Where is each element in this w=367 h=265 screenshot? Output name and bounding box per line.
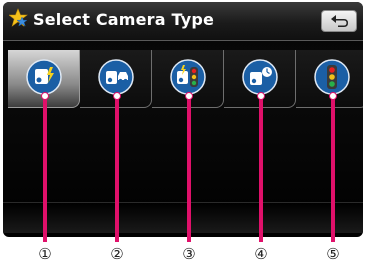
average-speed-camera-icon <box>242 59 278 95</box>
page-title: Select Camera Type <box>33 10 215 29</box>
favorite-star-icon <box>9 8 28 27</box>
camera-type-screen: Select Camera Type <box>3 2 363 237</box>
callout-line-2 <box>115 96 119 242</box>
callout-dot-5 <box>329 92 337 100</box>
red-light-camera-icon <box>170 59 206 95</box>
callout-line-1 <box>43 96 47 242</box>
callout-dot-2 <box>113 92 121 100</box>
mobile-speed-camera-icon <box>98 59 134 95</box>
callout-dot-3 <box>185 92 193 100</box>
traffic-light-icon <box>314 59 350 95</box>
callout-number-2: ② <box>110 245 124 263</box>
callout-number-1: ① <box>38 245 52 263</box>
camera-type-option-5[interactable] <box>296 50 363 108</box>
callout-line-3 <box>187 96 191 242</box>
callout-dot-1 <box>41 92 49 100</box>
callout-dot-4 <box>257 92 265 100</box>
bottom-shelf <box>3 202 363 233</box>
callout-line-5 <box>331 96 335 242</box>
callout-number-3: ③ <box>182 245 196 263</box>
back-button[interactable] <box>321 10 357 32</box>
back-arrow-icon <box>331 15 348 27</box>
title-bar: Select Camera Type <box>3 2 363 41</box>
callout-number-4: ④ <box>254 245 268 263</box>
fixed-speed-camera-icon <box>26 59 62 95</box>
callout-number-5: ⑤ <box>326 245 340 263</box>
callout-line-4 <box>259 96 263 242</box>
